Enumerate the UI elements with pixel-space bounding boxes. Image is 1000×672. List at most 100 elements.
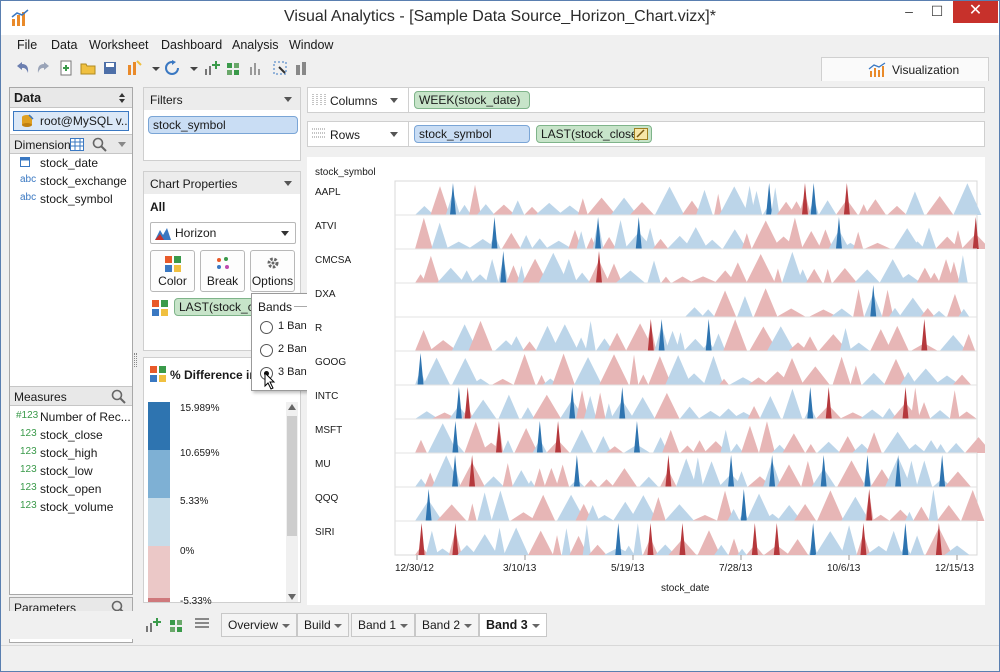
chevron-down-icon[interactable]	[400, 624, 408, 628]
chevron-down-icon[interactable]	[282, 624, 290, 628]
measure-field[interactable]: 123 stock_close	[10, 426, 132, 444]
sheet-tab-band-2[interactable]: Band 2	[415, 613, 479, 637]
add-chart-icon[interactable]	[203, 59, 221, 77]
dimension-label: stock_exchange	[40, 174, 127, 188]
menu-bar: File Data Worksheet Dashboard Analysis W…	[1, 35, 999, 55]
columns-pill[interactable]: WEEK(stock_date)	[414, 91, 530, 109]
positive-band-area	[701, 461, 722, 487]
sheet-list-icon[interactable]	[195, 618, 209, 630]
datasource-selector[interactable]: root@MySQL v...	[13, 111, 129, 131]
maximize-button[interactable]: ☐	[923, 1, 951, 23]
horizon-chart[interactable]	[307, 157, 985, 605]
new-dashboard-icon[interactable]	[169, 617, 185, 633]
new-worksheet-icon[interactable]	[145, 617, 161, 633]
menu-data[interactable]: Data	[51, 38, 77, 52]
filter-pill-stock-symbol[interactable]: stock_symbol	[148, 116, 298, 134]
negative-band-area	[805, 268, 823, 283]
sheet-tab-band-3[interactable]: Band 3	[479, 613, 547, 637]
dimension-field[interactable]: abc stock_exchange	[10, 172, 132, 190]
options-button[interactable]: Options	[250, 250, 295, 292]
radio-button[interactable]	[260, 321, 273, 334]
menu-window[interactable]: Window	[289, 38, 333, 52]
refresh-icon[interactable]	[163, 59, 181, 77]
save-icon[interactable]	[101, 59, 119, 77]
negative-band-area	[832, 356, 851, 385]
positive-band-peak	[705, 319, 712, 351]
open-folder-icon[interactable]	[79, 59, 97, 77]
measure-field[interactable]: #123 Number of Rec...	[10, 408, 132, 426]
measure-type-icon: 123	[20, 464, 37, 475]
chevron-down-icon[interactable]	[288, 594, 296, 600]
new-sheet-icon[interactable]	[57, 59, 75, 77]
measure-label: stock_close	[40, 428, 103, 442]
chevron-down-icon[interactable]	[284, 181, 292, 186]
positive-band-area	[737, 548, 747, 555]
chart-type-select[interactable]: Horizon	[150, 222, 296, 244]
rows-pill-stock-close[interactable]: LAST(stock_close)	[536, 125, 652, 143]
table-view-icon[interactable]	[70, 138, 84, 151]
positive-band-peak	[500, 251, 507, 283]
positive-band-area	[503, 527, 529, 555]
sheet-tab-band-1[interactable]: Band 1	[351, 613, 415, 637]
dropdown-chevron-icon[interactable]	[185, 59, 203, 77]
chevron-down-icon[interactable]	[118, 142, 126, 147]
minimize-button[interactable]: –	[895, 1, 923, 23]
negative-band-area	[782, 433, 806, 453]
negative-band-area	[692, 440, 707, 453]
edit-calc-icon[interactable]	[634, 128, 648, 140]
negative-band-area	[502, 463, 513, 487]
rows-pill-stock-symbol[interactable]: stock_symbol	[414, 125, 530, 143]
menu-file[interactable]: File	[17, 38, 37, 52]
sort-arrows-icon[interactable]	[118, 92, 126, 104]
chevron-up-icon[interactable]	[288, 404, 296, 410]
positive-band-peak	[455, 387, 462, 419]
chevron-down-icon[interactable]	[464, 624, 472, 628]
redo-icon[interactable]	[35, 59, 53, 77]
chevron-down-icon[interactable]	[334, 624, 342, 628]
panel-splitter[interactable]	[134, 353, 137, 367]
chevron-down-icon[interactable]	[532, 624, 540, 628]
group-bars-icon[interactable]	[293, 59, 311, 77]
positive-band-area	[639, 476, 659, 487]
negative-band-area	[805, 443, 817, 453]
bar-chart-icon[interactable]	[247, 59, 265, 77]
menu-analysis[interactable]: Analysis	[232, 38, 279, 52]
auto-update-icon[interactable]	[125, 59, 143, 77]
rows-label: Rows	[330, 128, 361, 142]
positive-band-peak	[939, 455, 946, 487]
lasso-select-icon[interactable]	[271, 59, 289, 77]
radio-button[interactable]	[260, 344, 273, 357]
chevron-down-icon[interactable]	[390, 132, 398, 137]
undo-icon[interactable]	[13, 59, 31, 77]
search-icon[interactable]	[111, 389, 126, 404]
negative-band-area	[415, 217, 433, 249]
negative-band-area	[638, 374, 649, 385]
break-button[interactable]: Break	[200, 250, 245, 292]
dimension-field[interactable]: abc stock_symbol	[10, 190, 132, 208]
positive-band-area	[905, 191, 925, 215]
positive-band-peak	[633, 421, 640, 453]
negative-band-area	[793, 503, 817, 521]
close-button[interactable]: ✕	[953, 1, 998, 23]
dimension-field[interactable]: stock_date	[10, 154, 132, 172]
legend-scrollbar[interactable]	[286, 402, 298, 602]
search-icon[interactable]	[92, 137, 107, 152]
scrollbar-thumb[interactable]	[287, 416, 297, 536]
measure-label: stock_low	[40, 464, 93, 478]
tab-visualization[interactable]: Visualization	[821, 57, 989, 81]
menu-worksheet[interactable]: Worksheet	[89, 38, 149, 52]
sheet-tab-build[interactable]: Build	[297, 613, 349, 637]
measure-field[interactable]: 123 stock_high	[10, 444, 132, 462]
grid-add-icon[interactable]	[225, 59, 243, 77]
horizon-chart-icon	[155, 228, 171, 240]
measure-field[interactable]: 123 stock_open	[10, 480, 132, 498]
chevron-down-icon[interactable]	[284, 97, 292, 102]
menu-dashboard[interactable]: Dashboard	[161, 38, 222, 52]
sheet-tab-overview[interactable]: Overview	[221, 613, 297, 637]
measure-field[interactable]: 123 stock_volume	[10, 498, 132, 516]
chevron-down-icon[interactable]	[390, 98, 398, 103]
negative-band-area	[552, 353, 575, 385]
datasource-label: root@MySQL v...	[40, 114, 129, 128]
measure-field[interactable]: 123 stock_low	[10, 462, 132, 480]
color-button[interactable]: Color	[150, 250, 195, 292]
